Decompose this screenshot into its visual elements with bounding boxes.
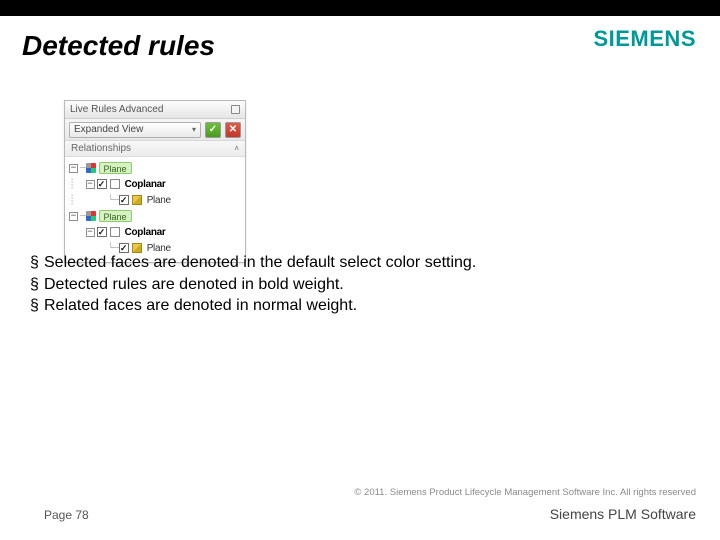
relation-icon — [110, 227, 120, 237]
panel-titlebar: Live Rules Advanced — [65, 101, 245, 119]
list-item: §Detected rules are denoted in bold weig… — [30, 274, 476, 296]
collapse-toggle-icon[interactable]: − — [86, 228, 95, 237]
axis-icon — [86, 163, 96, 173]
chevron-down-icon: ▾ — [192, 125, 196, 134]
slide: SIEMENS Detected rules Live Rules Advanc… — [0, 0, 720, 540]
panel-caption: Live Rules Advanced — [70, 101, 163, 119]
collapse-toggle-icon[interactable]: − — [69, 212, 78, 221]
bullet-text: Selected faces are denoted in the defaul… — [44, 252, 476, 274]
collapse-icon: ˄ — [234, 141, 239, 157]
bullet-marker: § — [30, 295, 44, 317]
tree-node[interactable]: − ✓ Coplanar — [69, 224, 241, 240]
tree-node[interactable]: − ─ Plane — [69, 208, 241, 224]
panel-toolbar: Expanded View ▾ ✓ ✕ — [65, 119, 245, 141]
tree-label: Plane — [147, 195, 171, 206]
view-dropdown[interactable]: Expanded View ▾ — [69, 122, 201, 138]
product-name: Siemens PLM Software — [550, 506, 696, 522]
tree: − ─ Plane ┊ − ✓ Coplanar ┊ └─ ✓ Plane — [65, 157, 245, 262]
bullet-list: §Selected faces are denoted in the defau… — [30, 252, 476, 317]
bullet-text: Related faces are denoted in normal weig… — [44, 295, 357, 317]
pin-icon[interactable] — [231, 105, 240, 114]
tree-node[interactable]: ┊ └─ ✓ Plane — [69, 192, 241, 208]
bullet-text: Detected rules are denoted in bold weigh… — [44, 274, 344, 296]
page-number: Page 78 — [44, 508, 89, 522]
dropdown-label: Expanded View — [74, 124, 143, 135]
section-label: Relationships — [71, 141, 131, 157]
section-header[interactable]: Relationships ˄ — [65, 141, 245, 157]
checkbox[interactable]: ✓ — [97, 179, 107, 189]
axis-icon — [86, 211, 96, 221]
tree-label: Coplanar — [125, 227, 166, 238]
apply-button[interactable]: ✓ — [205, 122, 221, 138]
tree-node[interactable]: ┊ − ✓ Coplanar — [69, 176, 241, 192]
checkbox[interactable]: ✓ — [97, 227, 107, 237]
tree-node[interactable]: − ─ Plane — [69, 160, 241, 176]
live-rules-panel: Live Rules Advanced Expanded View ▾ ✓ ✕ … — [64, 100, 246, 263]
tree-label: Coplanar — [125, 179, 166, 190]
collapse-toggle-icon[interactable]: − — [69, 164, 78, 173]
copyright-text: © 2011. Siemens Product Lifecycle Manage… — [354, 487, 696, 498]
plane-tag: Plane — [99, 162, 132, 174]
bullet-marker: § — [30, 274, 44, 296]
page-title: Detected rules — [22, 30, 215, 62]
bullet-marker: § — [30, 252, 44, 274]
plane-icon — [132, 195, 142, 205]
checkbox[interactable]: ✓ — [119, 195, 129, 205]
collapse-toggle-icon[interactable]: − — [86, 180, 95, 189]
siemens-logo: SIEMENS — [593, 26, 696, 52]
top-black-bar — [0, 0, 720, 16]
list-item: §Selected faces are denoted in the defau… — [30, 252, 476, 274]
list-item: §Related faces are denoted in normal wei… — [30, 295, 476, 317]
relation-icon — [110, 179, 120, 189]
cancel-button[interactable]: ✕ — [225, 122, 241, 138]
plane-tag: Plane — [99, 210, 132, 222]
